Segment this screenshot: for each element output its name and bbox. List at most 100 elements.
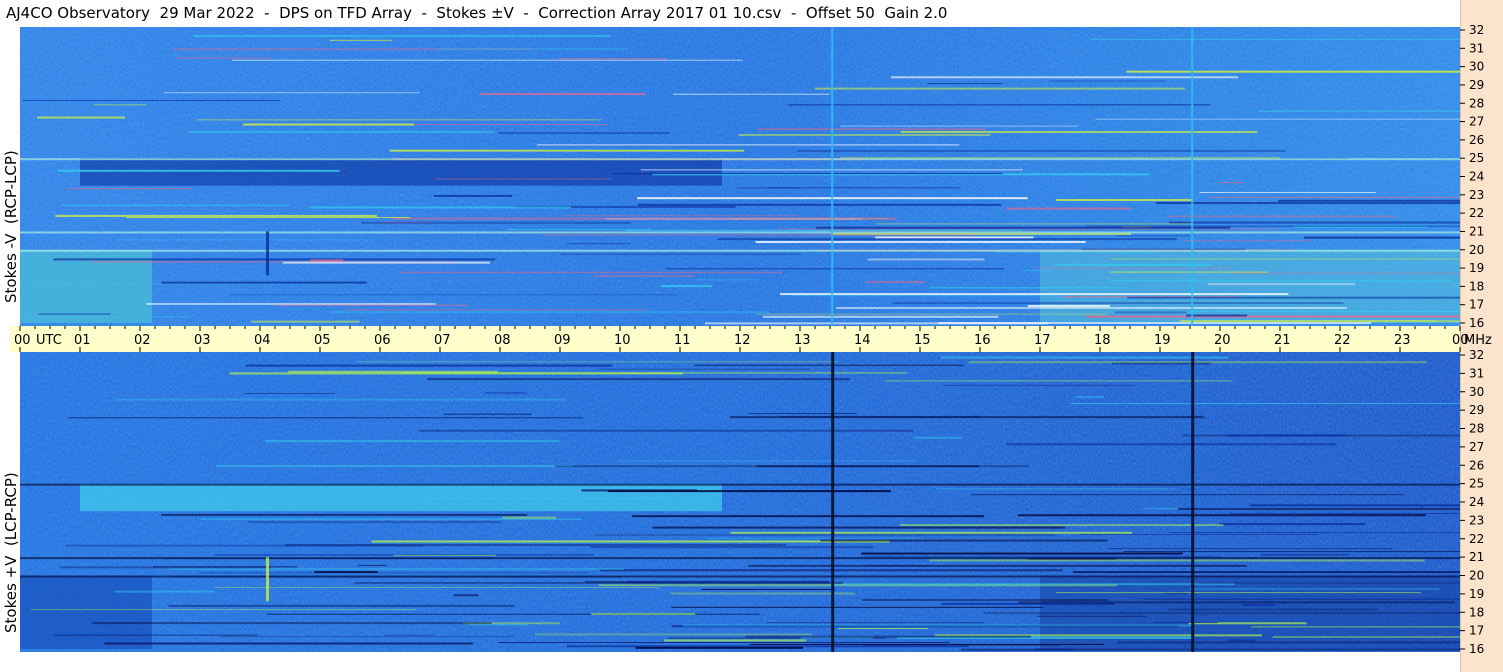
interference-streak xyxy=(607,490,892,493)
interference-streak xyxy=(354,581,844,584)
interference-streak xyxy=(652,526,1066,529)
interference-streak xyxy=(453,594,479,597)
interference-streak xyxy=(707,537,916,539)
interference-streak xyxy=(892,302,1344,305)
interference-streak xyxy=(935,488,1175,490)
interference-streak xyxy=(1056,199,1194,202)
time-axis-unit: UTC xyxy=(36,333,62,348)
interference-streak xyxy=(1018,601,1455,604)
interference-line xyxy=(20,231,1460,234)
interference-streak xyxy=(970,494,1404,496)
interference-streak xyxy=(593,274,695,277)
interference-streak xyxy=(670,592,855,595)
interference-streak xyxy=(1127,296,1460,299)
interference-streak xyxy=(884,380,1233,382)
time-tick-label: 09 xyxy=(554,333,571,348)
interference-streak xyxy=(314,570,378,573)
interference-streak xyxy=(1155,202,1460,205)
interference-streak xyxy=(245,364,613,367)
frequency-tick-label: 22 xyxy=(1469,532,1484,546)
frequency-tick-label: 25 xyxy=(1469,477,1484,491)
interference-streak xyxy=(780,293,1289,296)
frequency-tick-label: 19 xyxy=(1469,261,1484,275)
interference-streak xyxy=(1075,396,1104,398)
interference-line xyxy=(20,575,1460,578)
interference-streak xyxy=(27,316,191,318)
interference-streak xyxy=(563,215,798,217)
interference-streak xyxy=(498,132,670,134)
interference-streak xyxy=(434,178,612,180)
interference-streak xyxy=(682,624,1192,627)
interference-streak xyxy=(358,564,387,566)
frequency-tick-label: 23 xyxy=(1469,513,1484,527)
interference-streak xyxy=(1086,225,1460,227)
frequency-tick-label: 17 xyxy=(1469,298,1484,312)
interference-streak xyxy=(126,217,410,219)
interference-streak xyxy=(418,429,914,432)
spectrogram-chart: 00 01 02 03 04 05 06 07 08 09 10 11 12 13 14 15 16 17 18 19… xyxy=(10,23,1492,656)
time-tick-label: 08 xyxy=(494,333,511,348)
interference-streak xyxy=(1108,548,1393,550)
interference-streak xyxy=(196,119,602,121)
interference-streak xyxy=(1153,622,1218,624)
interference-streak xyxy=(561,253,801,255)
interference-streak xyxy=(1115,235,1191,237)
interference-streak xyxy=(1183,240,1311,242)
interference-streak xyxy=(1188,588,1440,590)
galactic-band xyxy=(80,158,722,186)
interference-streak xyxy=(1227,434,1346,437)
interference-streak xyxy=(282,261,490,264)
interference-streak xyxy=(243,392,336,394)
interference-streak xyxy=(797,149,1286,152)
interference-streak xyxy=(1179,320,1437,322)
interference-streak xyxy=(543,234,974,236)
vertical-event-line xyxy=(1191,27,1194,326)
interference-streak xyxy=(913,436,963,439)
interference-streak xyxy=(940,356,1229,359)
interference-streak xyxy=(864,556,1221,558)
interference-streak xyxy=(598,368,811,370)
interference-streak xyxy=(1006,443,1337,446)
interference-streak xyxy=(216,465,573,468)
burst-mark xyxy=(266,557,269,602)
interference-streak xyxy=(537,144,960,146)
frequency-tick-label: 29 xyxy=(1469,403,1484,417)
interference-streak xyxy=(1095,118,1460,120)
time-tick-label: 04 xyxy=(254,333,271,348)
frequency-tick-label: 20 xyxy=(1469,569,1484,583)
time-tick-label: 20 xyxy=(1214,333,1231,348)
interference-streak xyxy=(738,133,991,136)
interference-streak xyxy=(1048,80,1165,82)
interference-streak xyxy=(1017,514,1427,517)
interference-streak xyxy=(59,566,272,569)
time-tick-label: 16 xyxy=(974,333,991,348)
interference-streak xyxy=(961,648,1460,651)
interference-streak xyxy=(748,413,857,415)
evening-glow xyxy=(1040,249,1460,323)
interference-streak xyxy=(68,417,583,419)
interference-streak xyxy=(1126,70,1460,73)
interference-streak xyxy=(193,35,611,38)
interference-streak xyxy=(890,76,1238,79)
time-tick-label: 05 xyxy=(314,333,331,348)
interference-streak xyxy=(1199,582,1460,584)
interference-streak xyxy=(749,643,1105,645)
interference-streak xyxy=(1250,504,1460,507)
burst-mark xyxy=(266,231,269,276)
interference-streak xyxy=(229,372,683,375)
interference-streak xyxy=(762,315,999,318)
top-spectrogram-panel xyxy=(20,27,1460,326)
time-tick-label: 12 xyxy=(734,333,751,348)
interference-streak xyxy=(469,624,528,626)
interference-streak xyxy=(1036,615,1147,617)
frequency-tick-label: 22 xyxy=(1469,206,1484,220)
interference-streak xyxy=(557,58,668,60)
interference-streak xyxy=(1218,182,1245,184)
frequency-tick-label: 32 xyxy=(1469,23,1484,37)
time-tick-label: 23 xyxy=(1394,333,1411,348)
daytime-glow xyxy=(20,249,152,323)
interference-streak xyxy=(791,295,1055,297)
time-tick-label: 15 xyxy=(914,333,931,348)
interference-streak xyxy=(30,609,417,611)
interference-streak xyxy=(757,128,986,131)
